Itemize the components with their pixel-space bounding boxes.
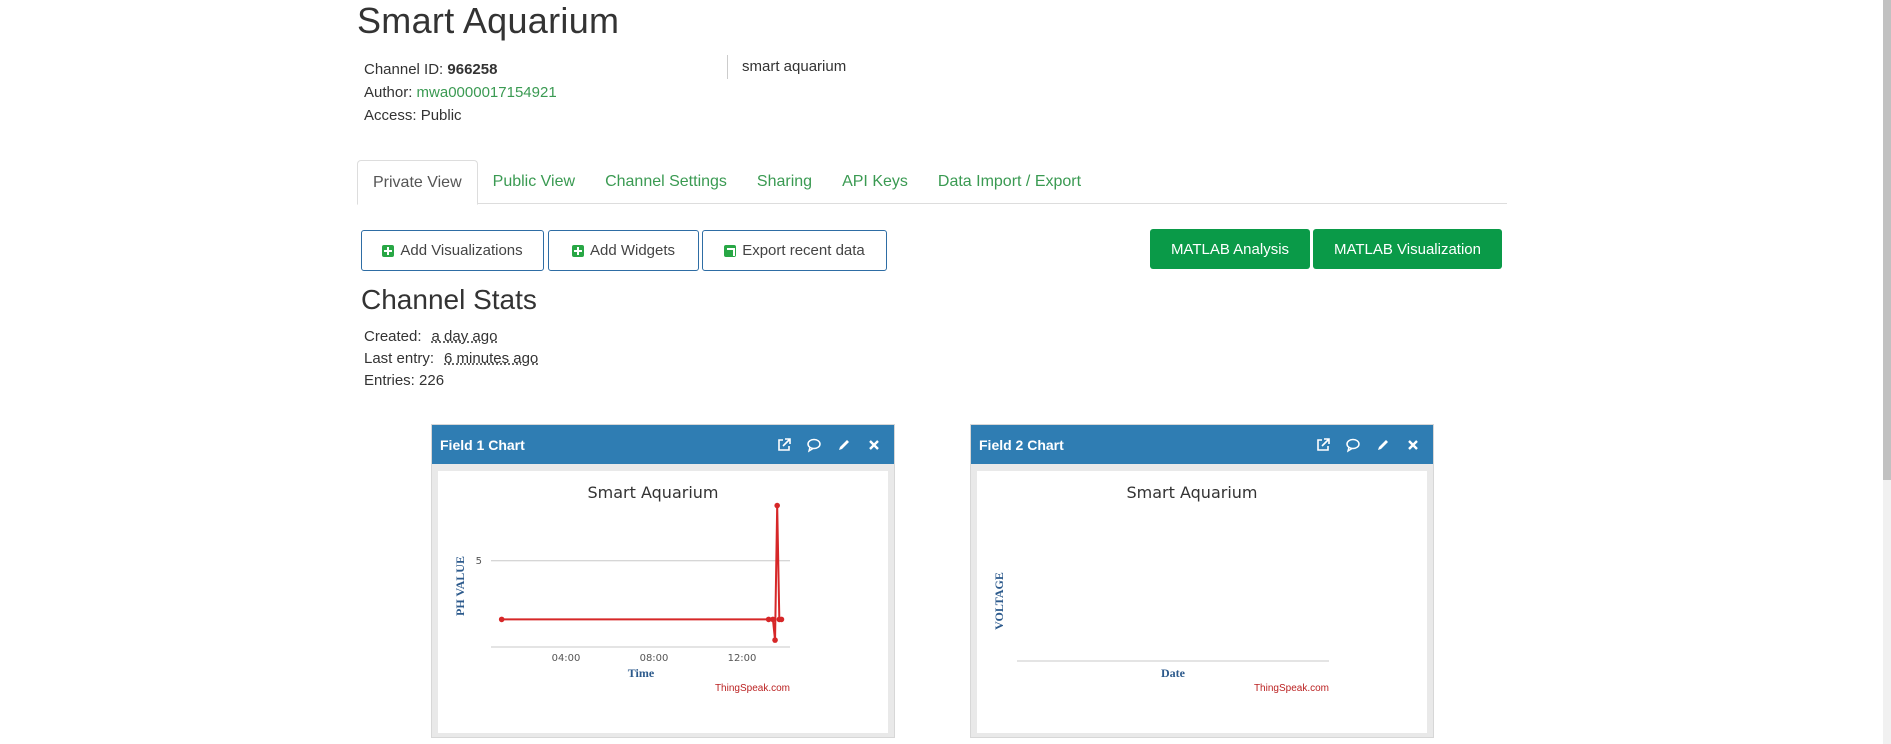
- x-tick-label: 12:00: [728, 653, 757, 664]
- access-label: Access:: [364, 107, 417, 124]
- external-link-icon[interactable]: [1315, 437, 1331, 453]
- author-link[interactable]: mwa0000017154921: [417, 84, 557, 101]
- channel-stats-title: Channel Stats: [361, 284, 537, 315]
- pencil-icon[interactable]: [1375, 437, 1391, 453]
- panel-actions: [1315, 425, 1421, 464]
- chart-area: Smart Aquarium Date VOLTAGE ThingSpeak.c…: [977, 471, 1427, 733]
- channel-id-value: 966258: [447, 61, 498, 78]
- close-icon[interactable]: [1405, 437, 1421, 453]
- panel-actions: [776, 425, 882, 464]
- tab-private-view[interactable]: Private View: [357, 160, 478, 205]
- channel-description: smart aquarium: [727, 55, 846, 79]
- thingspeak-credit[interactable]: ThingSpeak.com: [1254, 683, 1329, 694]
- y-axis-label: PH VALUE: [453, 556, 467, 616]
- add-widgets-button[interactable]: Add Widgets: [548, 230, 699, 271]
- field-1-chart: Smart Aquarium 5 04:00 08:00 12:00 Time …: [453, 483, 790, 694]
- page-scrollbar[interactable]: [1883, 0, 1891, 744]
- plus-square-icon: [571, 244, 584, 257]
- comment-icon[interactable]: [806, 437, 822, 453]
- data-point[interactable]: [774, 502, 780, 509]
- y-tick-label: 5: [476, 556, 482, 567]
- comment-icon[interactable]: [1345, 437, 1361, 453]
- created-value: a day ago: [431, 328, 498, 345]
- tab-data-import-export[interactable]: Data Import / Export: [923, 160, 1096, 204]
- plus-square-icon: [382, 244, 395, 257]
- created-row: Created: a day ago: [364, 326, 538, 348]
- page-title: Smart Aquarium: [357, 0, 620, 41]
- x-axis-label: Time: [628, 666, 655, 680]
- created-label: Created:: [364, 328, 422, 345]
- last-entry-value: 6 minutes ago: [444, 350, 539, 367]
- entries-row: Entries: 226: [364, 370, 538, 392]
- series-line: [501, 505, 782, 641]
- add-visualizations-button[interactable]: Add Visualizations: [361, 230, 544, 271]
- data-point[interactable]: [770, 616, 776, 623]
- panel-title: Field 2 Chart: [979, 436, 1064, 453]
- channel-id-row: Channel ID: 966258: [364, 58, 557, 81]
- tab-api-keys[interactable]: API Keys: [827, 160, 923, 204]
- author-row: Author: mwa0000017154921: [364, 81, 557, 104]
- field-1-chart-panel: Field 1 Chart Smart Aquarium 5 04:00 08:…: [431, 424, 895, 738]
- panel-header: Field 2 Chart: [971, 425, 1433, 464]
- panel-header: Field 1 Chart: [432, 425, 894, 464]
- close-icon[interactable]: [866, 437, 882, 453]
- panel-title: Field 1 Chart: [440, 436, 525, 453]
- tab-channel-settings[interactable]: Channel Settings: [590, 160, 742, 204]
- channel-meta: Channel ID: 966258 Author: mwa0000017154…: [364, 58, 557, 127]
- access-value: Public: [420, 107, 462, 124]
- entries-value: 226: [419, 372, 445, 389]
- data-point[interactable]: [772, 637, 778, 643]
- add-visualizations-label: Add Visualizations: [400, 242, 523, 259]
- tab-public-view[interactable]: Public View: [478, 160, 590, 204]
- export-recent-data-button[interactable]: Export recent data: [702, 230, 887, 271]
- thingspeak-credit[interactable]: ThingSpeak.com: [715, 683, 790, 694]
- field-2-chart: Smart Aquarium Date VOLTAGE ThingSpeak.c…: [992, 483, 1329, 694]
- field-2-chart-panel: Field 2 Chart Smart Aquarium Date VOLTAG…: [970, 424, 1434, 738]
- x-tick-label: 04:00: [552, 653, 581, 664]
- chart-area: Smart Aquarium 5 04:00 08:00 12:00 Time …: [438, 471, 888, 733]
- export-recent-label: Export recent data: [742, 242, 865, 259]
- x-tick-label: 08:00: [640, 653, 669, 664]
- matlab-analysis-button[interactable]: MATLAB Analysis: [1150, 229, 1310, 269]
- y-axis-label: VOLTAGE: [992, 572, 1006, 630]
- external-link-icon: [724, 244, 737, 257]
- author-label: Author:: [364, 84, 413, 101]
- channel-tabs: Private View Public View Channel Setting…: [357, 160, 1507, 205]
- add-widgets-label: Add Widgets: [589, 242, 676, 259]
- pencil-icon[interactable]: [836, 437, 852, 453]
- entries-label: Entries:: [364, 372, 415, 389]
- chart-title: Smart Aquarium: [588, 483, 719, 502]
- channel-stats: Created: a day ago Last entry: 6 minutes a…: [364, 326, 538, 392]
- scrollbar-thumb[interactable]: [1883, 0, 1891, 480]
- last-entry-label: Last entry:: [364, 350, 435, 367]
- data-point[interactable]: [778, 616, 785, 623]
- data-point[interactable]: [498, 616, 505, 623]
- chart-title: Smart Aquarium: [1127, 483, 1258, 502]
- channel-id-label: Channel ID:: [364, 61, 444, 78]
- last-entry-row: Last entry: 6 minutes ago: [364, 348, 538, 370]
- series-ph-value: [498, 502, 785, 643]
- external-link-icon[interactable]: [776, 437, 792, 453]
- x-axis-label: Date: [1161, 666, 1186, 680]
- tab-sharing[interactable]: Sharing: [742, 160, 827, 204]
- matlab-visualization-button[interactable]: MATLAB Visualization: [1313, 229, 1502, 269]
- access-row: Access: Public: [364, 104, 557, 127]
